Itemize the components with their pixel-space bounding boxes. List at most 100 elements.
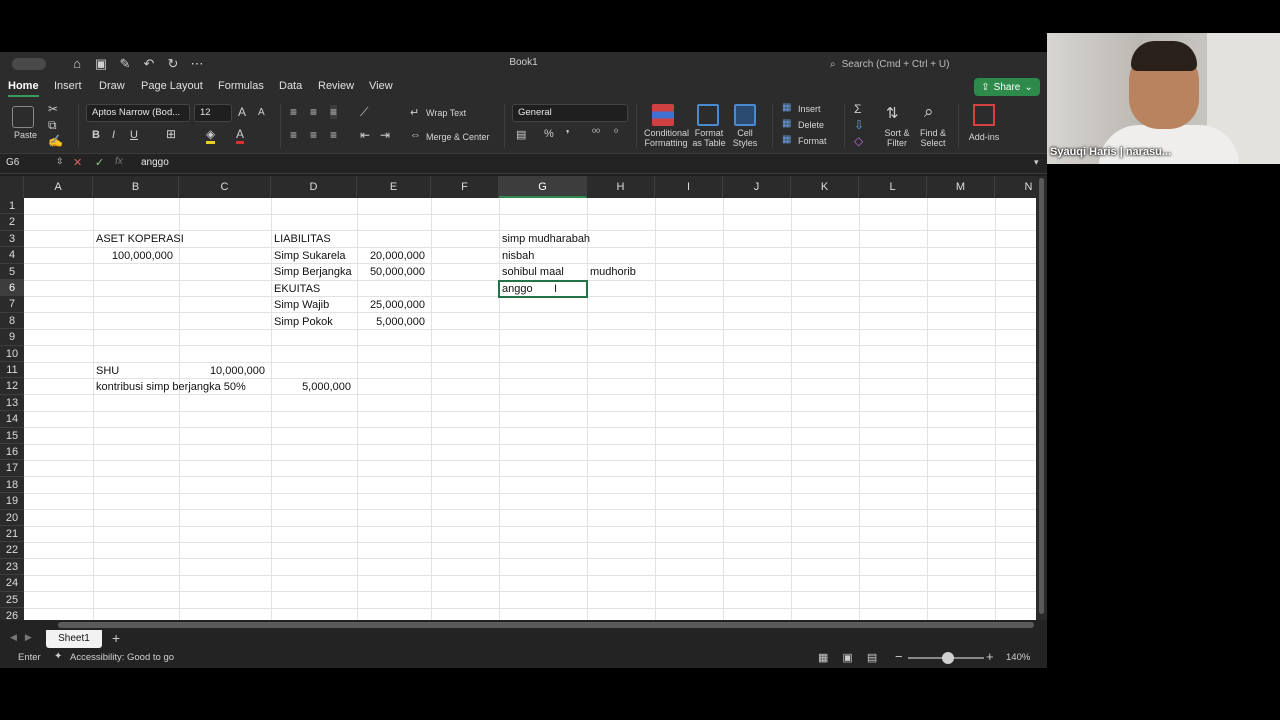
row-header[interactable]: 23 — [0, 558, 24, 576]
cell-e8[interactable]: 5,000,000 — [357, 314, 425, 330]
cell-d7[interactable]: Simp Wajib — [274, 297, 329, 313]
clear-icon[interactable]: ◇ — [854, 134, 863, 148]
font-name-select[interactable]: Aptos Narrow (Bod... — [86, 104, 190, 122]
row-header[interactable]: 13 — [0, 394, 24, 412]
increase-indent-icon[interactable]: ⇥ — [380, 128, 390, 142]
cell-e7[interactable]: 25,000,000 — [357, 297, 425, 313]
align-left-icon[interactable]: ≡ — [290, 128, 297, 142]
column-header-m[interactable]: M — [927, 176, 995, 198]
search-box[interactable]: ⌕ Search (Cmd + Ctrl + U) — [830, 56, 949, 72]
cell-e5[interactable]: 50,000,000 — [357, 264, 425, 280]
copy-icon[interactable]: ⧉ — [48, 118, 57, 133]
cell-g4[interactable]: nisbah — [502, 248, 534, 264]
align-middle-icon[interactable]: ≡ — [310, 105, 317, 119]
cut-icon[interactable]: ✂ — [48, 102, 58, 116]
sort-filter-label-2[interactable]: Filter — [880, 138, 914, 148]
add-sheet-icon[interactable]: + — [112, 630, 120, 646]
conditional-formatting-icon[interactable] — [652, 104, 674, 126]
cell-d12[interactable]: 5,000,000 — [271, 379, 351, 395]
column-header-c[interactable]: C — [179, 176, 271, 198]
column-header-f[interactable]: F — [431, 176, 499, 198]
add-ins-icon[interactable] — [973, 104, 995, 126]
tab-insert[interactable]: Insert — [54, 80, 82, 92]
cell-g5[interactable]: sohibul maal — [502, 264, 564, 280]
tab-draw[interactable]: Draw — [99, 80, 125, 92]
conditional-formatting-label-2[interactable]: Formatting — [644, 138, 688, 148]
zoom-slider-thumb[interactable] — [942, 652, 954, 664]
row-header[interactable]: 9 — [0, 329, 24, 346]
row-header[interactable]: 8 — [0, 312, 24, 330]
font-size-select[interactable]: 12 — [194, 104, 232, 122]
accessibility-status[interactable]: Accessibility: Good to go — [70, 652, 174, 663]
column-header-a[interactable]: A — [24, 176, 93, 198]
cell-d4[interactable]: Simp Sukarela — [274, 248, 346, 264]
insert-cells-icon[interactable]: ▦ — [782, 102, 791, 113]
font-color-icon[interactable]: A — [236, 127, 245, 144]
sort-filter-icon[interactable]: ⇅ — [886, 104, 899, 122]
sheet-tab-sheet1[interactable]: Sheet1 — [46, 630, 102, 648]
find-select-label-2[interactable]: Select — [916, 138, 950, 148]
cell-styles-icon[interactable] — [734, 104, 756, 126]
format-as-table-label-2[interactable]: as Table — [690, 138, 728, 148]
borders-icon[interactable]: ⊞ — [166, 127, 176, 141]
cell-d3[interactable]: LIABILITAS — [274, 231, 331, 247]
page-break-view-icon[interactable]: ▤ — [867, 651, 877, 664]
cell-b11[interactable]: SHU — [96, 363, 119, 379]
increase-decimal-icon[interactable]: ⁰⁰ — [592, 128, 600, 139]
decrease-indent-icon[interactable]: ⇤ — [360, 128, 370, 142]
format-painter-icon[interactable]: ✍ — [48, 134, 63, 148]
column-header-k[interactable]: K — [791, 176, 859, 198]
column-header-j[interactable]: J — [723, 176, 791, 198]
column-header-h[interactable]: H — [587, 176, 655, 198]
align-bottom-icon[interactable]: ≡ — [330, 105, 338, 119]
cancel-icon[interactable]: ✕ — [73, 156, 82, 169]
delete-cells-button[interactable]: Delete — [798, 120, 824, 130]
sheet-nav-arrows-icon[interactable]: ◀▶ — [10, 632, 40, 643]
column-header-e[interactable]: E — [357, 176, 431, 198]
page-layout-view-icon[interactable]: ▣ — [842, 651, 852, 664]
zoom-in-icon[interactable]: + — [986, 649, 994, 664]
row-header[interactable]: 14 — [0, 411, 24, 428]
vertical-scroll-thumb[interactable] — [1039, 178, 1044, 614]
tab-data[interactable]: Data — [279, 80, 302, 92]
row-header[interactable]: 26 — [0, 608, 24, 620]
format-as-table-icon[interactable] — [697, 104, 719, 126]
decrease-decimal-icon[interactable]: ⁰ — [614, 128, 618, 139]
normal-view-icon[interactable]: ▦ — [818, 651, 828, 664]
find-select-icon[interactable]: ⌕ — [924, 102, 934, 122]
accessibility-icon[interactable]: ✦ — [54, 651, 62, 662]
vertical-scrollbar[interactable] — [1036, 176, 1047, 620]
cell-h5[interactable]: mudhorib — [590, 264, 636, 280]
cell-g3[interactable]: simp mudharabah — [502, 231, 590, 247]
add-ins-button[interactable]: Add-ins — [966, 132, 1002, 142]
row-header[interactable]: 18 — [0, 476, 24, 494]
cell-d6[interactable]: EKUITAS — [274, 281, 320, 297]
name-box-stepper-icon[interactable]: ⇳ — [56, 156, 64, 167]
row-header[interactable]: 1 — [0, 198, 24, 215]
row-header[interactable]: 15 — [0, 427, 24, 444]
column-header-n[interactable]: N — [995, 176, 1036, 198]
cell-styles-label-2[interactable]: Styles — [730, 138, 760, 148]
row-header[interactable]: 24 — [0, 575, 24, 592]
merge-center-button[interactable]: Merge & Center — [426, 132, 490, 142]
increase-font-icon[interactable]: A — [238, 105, 246, 119]
find-select-label-1[interactable]: Find & — [916, 128, 950, 138]
row-header[interactable]: 12 — [0, 378, 24, 395]
cell-styles-label-1[interactable]: Cell — [730, 128, 760, 138]
name-box[interactable]: G6 — [6, 157, 19, 168]
row-header-selected[interactable]: 6 — [0, 280, 24, 297]
tab-home[interactable]: Home — [8, 80, 39, 97]
cell-d5[interactable]: Simp Berjangka — [274, 264, 352, 280]
tab-formulas[interactable]: Formulas — [218, 80, 264, 92]
format-as-table-label-1[interactable]: Format — [690, 128, 728, 138]
expand-formula-bar-icon[interactable]: ▾ — [1034, 157, 1039, 168]
cell-b4[interactable]: 100,000,000 — [96, 248, 173, 264]
wrap-text-icon[interactable]: ↵ — [410, 106, 419, 119]
number-format-select[interactable]: General — [512, 104, 628, 122]
row-header[interactable]: 4 — [0, 247, 24, 264]
delete-cells-icon[interactable]: ▦ — [782, 118, 791, 129]
format-cells-button[interactable]: Format — [798, 136, 827, 146]
row-header[interactable]: 5 — [0, 263, 24, 280]
cell-d8[interactable]: Simp Pokok — [274, 314, 333, 330]
accounting-icon[interactable]: ▤ — [516, 128, 526, 141]
